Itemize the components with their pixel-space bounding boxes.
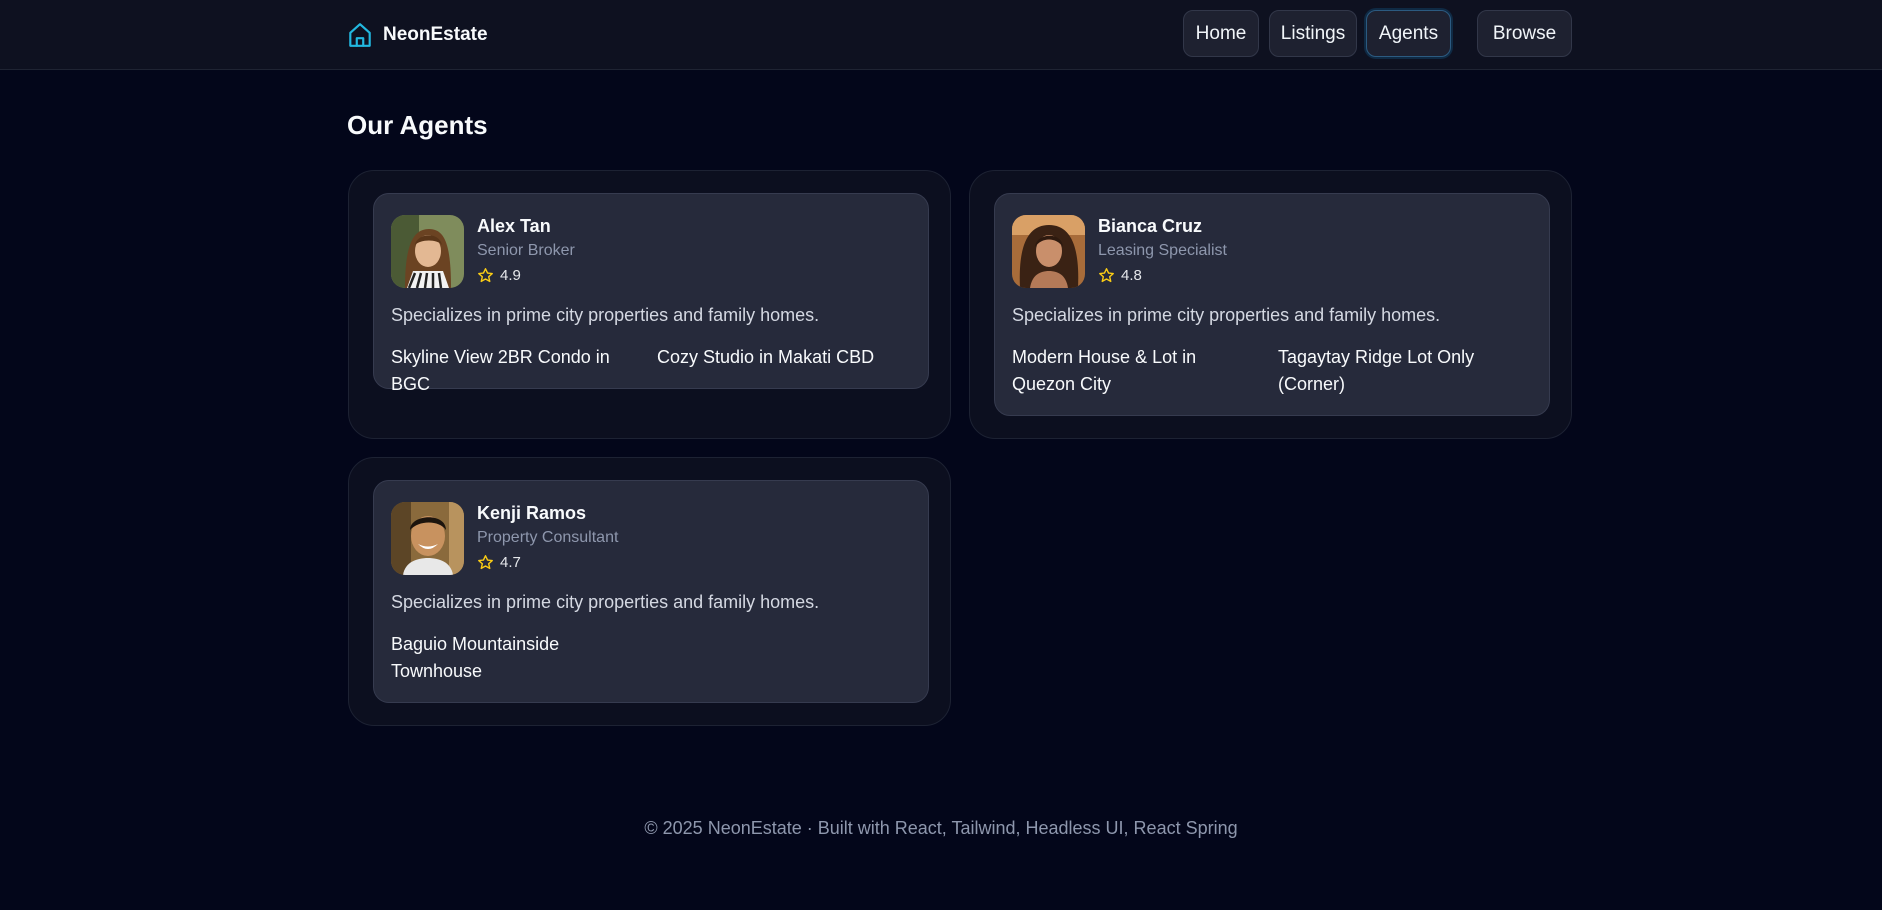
- agent-card-inner[interactable]: Kenji Ramos Property Consultant 4.7 Spec…: [373, 480, 929, 703]
- avatar: [391, 215, 464, 288]
- home-icon: [349, 23, 371, 47]
- star-icon: [1099, 268, 1114, 283]
- agent-role: Leasing Specialist: [1098, 242, 1227, 259]
- top-navbar: NeonEstate Home Listings Agents Browse: [0, 0, 1882, 70]
- agent-rating: 4.9: [477, 267, 521, 284]
- agent-listing-link[interactable]: Cozy Studio in Makati CBD: [657, 344, 917, 371]
- star-icon: [478, 268, 493, 283]
- avatar: [1012, 215, 1085, 288]
- avatar: [391, 502, 464, 575]
- agent-card: Alex Tan Senior Broker 4.9 Specializes i…: [348, 170, 951, 439]
- agent-listing-link[interactable]: Skyline View 2BR Condo in BGC: [391, 344, 651, 398]
- agent-listing-link[interactable]: Modern House & Lot in Quezon City: [1012, 344, 1262, 398]
- agent-card: Kenji Ramos Property Consultant 4.7 Spec…: [348, 457, 951, 726]
- agent-description: Specializes in prime city properties and…: [391, 592, 820, 612]
- agent-card-inner[interactable]: Bianca Cruz Leasing Specialist 4.8 Speci…: [994, 193, 1550, 416]
- agent-card: Bianca Cruz Leasing Specialist 4.8 Speci…: [969, 170, 1572, 439]
- agent-description: Specializes in prime city properties and…: [391, 305, 820, 325]
- agent-role: Property Consultant: [477, 529, 619, 546]
- nav-home-button[interactable]: Home: [1183, 10, 1259, 57]
- brand-name: NeonEstate: [383, 24, 488, 45]
- agent-listing-link[interactable]: Tagaytay Ridge Lot Only (Corner): [1278, 344, 1528, 398]
- agent-rating: 4.8: [1098, 267, 1142, 284]
- nav-agents-button[interactable]: Agents: [1366, 10, 1451, 57]
- rating-value: 4.7: [500, 554, 521, 571]
- agent-name: Kenji Ramos: [477, 503, 587, 523]
- agent-listing-link[interactable]: Baguio Mountainside Townhouse: [391, 631, 641, 685]
- agent-role: Senior Broker: [477, 242, 575, 259]
- nav-browse-button[interactable]: Browse: [1477, 10, 1572, 57]
- agent-rating: 4.7: [477, 554, 521, 571]
- page-title: Our Agents: [347, 110, 488, 140]
- star-icon: [478, 555, 493, 570]
- agent-name: Alex Tan: [477, 216, 551, 236]
- agent-card-inner[interactable]: Alex Tan Senior Broker 4.9 Specializes i…: [373, 193, 929, 394]
- agent-description: Specializes in prime city properties and…: [1012, 305, 1441, 325]
- rating-value: 4.9: [500, 267, 521, 284]
- nav-listings-button[interactable]: Listings: [1269, 10, 1357, 57]
- rating-value: 4.8: [1121, 267, 1142, 284]
- footer-text: © 2025 NeonEstate · Built with React, Ta…: [644, 818, 1238, 838]
- agent-name: Bianca Cruz: [1098, 216, 1203, 236]
- brand-link[interactable]: NeonEstate: [347, 20, 488, 50]
